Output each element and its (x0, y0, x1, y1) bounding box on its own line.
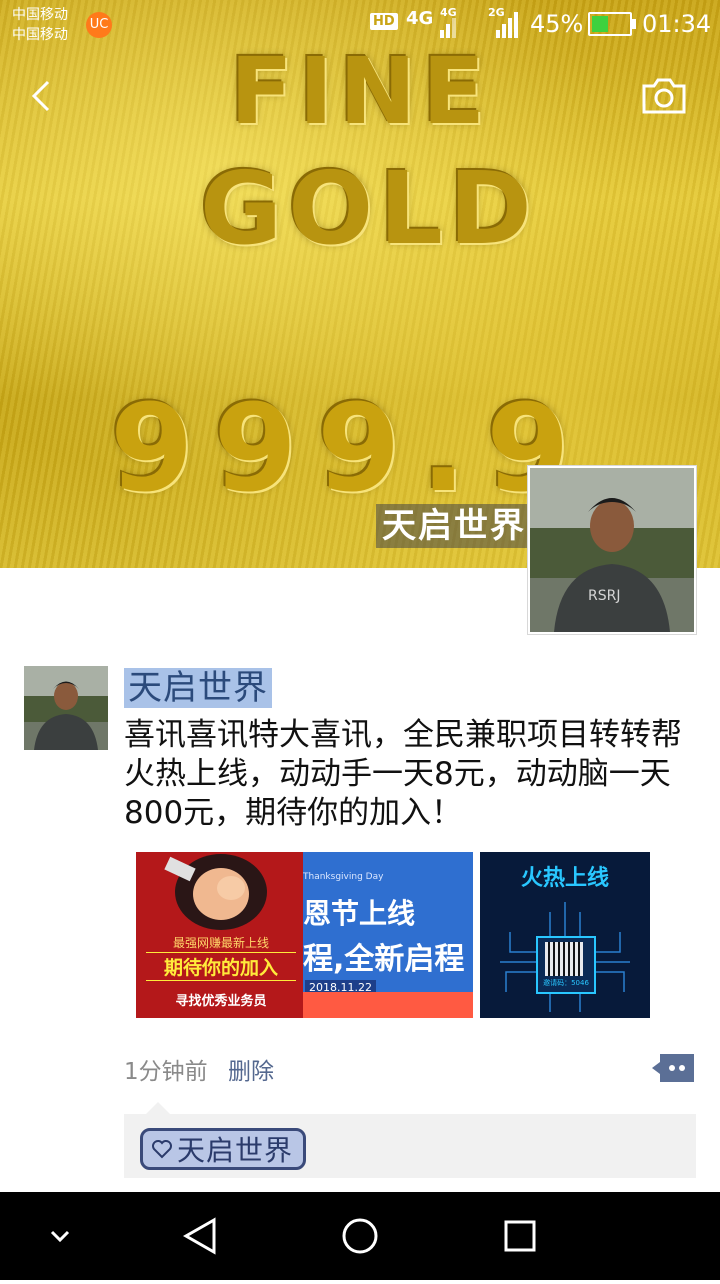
carrier-2: 中国移动 (12, 27, 68, 43)
post-text: 喜讯喜讯特大喜讯，全民兼职项目转转帮火热上线，动动手一天8元，动动脑一天800元… (124, 717, 682, 831)
back-button[interactable] (24, 76, 64, 116)
like-entry[interactable]: 天启世界 (140, 1128, 307, 1170)
back-nav-button[interactable] (176, 1192, 226, 1280)
invite-code: 邀请码：5046 (543, 979, 589, 987)
recents-nav-button[interactable] (494, 1192, 546, 1280)
likes-section: 天启世界 (124, 1102, 696, 1178)
battery-fill (592, 16, 609, 32)
comment-dots-icon (652, 1054, 694, 1082)
cover-engraving-gold: GOLD (200, 150, 538, 267)
clock: 01:34 (642, 10, 712, 38)
carrier-labels: 中国移动 中国移动 (12, 5, 68, 45)
profile-avatar[interactable]: RSRJ (528, 466, 696, 634)
camera-button[interactable] (640, 74, 688, 118)
post-author-avatar[interactable] (24, 666, 108, 750)
image2-bottom-band (303, 992, 473, 1018)
cover-engraving-fine: FINE (230, 38, 491, 145)
square-recents-icon (504, 1220, 536, 1252)
triangle-back-icon (182, 1217, 216, 1255)
chevron-down-icon (50, 1230, 70, 1243)
image2-small-text: Thanksgiving Day (303, 872, 384, 882)
cover-engraving-purity: 999.9 (110, 380, 590, 519)
signal-bars-icon (440, 12, 460, 38)
heart-icon (152, 1140, 172, 1159)
image1-footer: 寻找优秀业务员 (175, 994, 267, 1009)
image1-subtitle: 最强网赚最新上线 (172, 936, 269, 950)
qr-code-chip: 邀请码：5046 (536, 936, 596, 994)
hd-badge: HD (370, 13, 398, 30)
carrier-1: 中国移动 (12, 7, 68, 23)
comment-menu-button[interactable] (652, 1052, 696, 1084)
hide-keyboard-button[interactable] (40, 1192, 80, 1280)
uc-browser-icon: UC (86, 12, 112, 38)
avatar-photo: RSRJ (530, 468, 694, 632)
post-image-1[interactable]: 最强网赚最新上线 期待你的加入 寻找优秀业务员 (132, 852, 306, 1018)
circle-home-icon (342, 1218, 378, 1254)
status-bar: 中国移动 中国移动 UC HD 4G 4G 2G 45% 01:34 (0, 0, 720, 50)
back-chevron-icon (31, 80, 50, 112)
post-image-3[interactable]: 火热上线 邀请码：5046 (480, 852, 650, 1018)
post-timestamp: 1分钟前 (124, 1059, 208, 1085)
camera-icon (642, 78, 686, 114)
qr-code (545, 942, 583, 976)
network-4g-label: 4G (406, 8, 434, 29)
image2-line2: 程,全新启程 (303, 942, 465, 977)
post-author-name[interactable]: 天启世界 (124, 668, 272, 708)
post-image-2[interactable]: Thanksgiving Day 恩节上线 程,全新启程 2018.11.22 (303, 852, 473, 1018)
svg-text:RSRJ: RSRJ (588, 588, 620, 604)
delete-link[interactable]: 删除 (228, 1052, 274, 1086)
image2-line1: 恩节上线 (303, 897, 416, 930)
image1-title: 期待你的加入 (146, 952, 296, 981)
like-user-name[interactable]: 天启世界 (177, 1129, 293, 1169)
cover-profile-name: 天启世界 (376, 504, 532, 548)
system-navigation-bar (0, 1192, 720, 1280)
home-nav-button[interactable] (334, 1192, 386, 1280)
pointing-hand-illustration (164, 854, 267, 930)
battery-icon (588, 12, 636, 36)
avatar-photo (24, 666, 108, 750)
signal-bars-icon (496, 12, 518, 38)
battery-percent: 45% (530, 10, 584, 38)
